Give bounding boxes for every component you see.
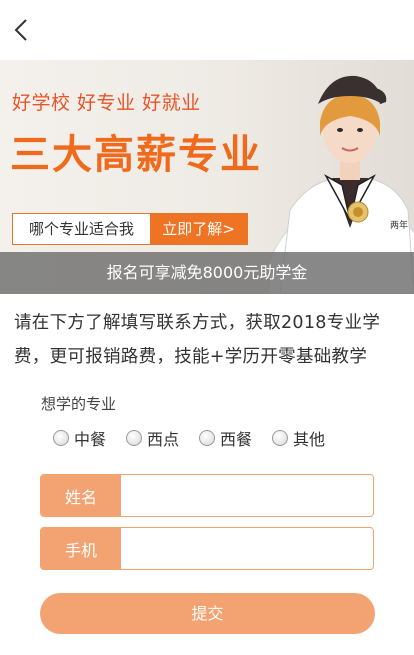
radio-button[interactable] <box>126 430 143 446</box>
major-section-label: 想学的专业 <box>41 395 117 413</box>
name-label: 姓名 <box>41 475 121 516</box>
major-radio-group: 中餐 西点 西餐 其他 <box>53 426 345 450</box>
radio-button[interactable] <box>272 430 289 446</box>
quiz-box[interactable]: 哪个专业适合我 立即了解> <box>12 213 248 245</box>
grant-strip: 报名可享减免8000元助学金 <box>0 252 414 294</box>
radio-option-xidian[interactable]: 西点 <box>126 426 179 450</box>
submit-button[interactable]: 提交 <box>40 593 375 634</box>
jacket-text: 两年 <box>390 219 408 230</box>
quiz-question: 哪个专业适合我 <box>13 214 150 244</box>
radio-label: 中餐 <box>74 430 107 449</box>
phone-field[interactable]: 手机 <box>40 527 374 570</box>
radio-button[interactable] <box>53 430 69 446</box>
promo-banner[interactable]: 好学校 好专业 好就业 三大高薪专业 两年 哪个专业适合我 立即了解> 报名可享… <box>0 60 414 294</box>
banner-slogan: 好学校 好专业 好就业 <box>12 92 201 114</box>
radio-label: 其他 <box>293 430 326 449</box>
banner-title: 三大高薪专业 <box>10 132 262 178</box>
radio-button[interactable] <box>199 430 216 446</box>
phone-input[interactable] <box>121 528 373 569</box>
radio-option-xican[interactable]: 西餐 <box>199 426 252 450</box>
phone-label: 手机 <box>41 528 121 569</box>
top-bar <box>0 0 414 60</box>
name-field[interactable]: 姓名 <box>40 474 374 517</box>
learn-more-button[interactable]: 立即了解> <box>150 214 247 244</box>
radio-label: 西点 <box>147 430 180 449</box>
intro-text: 请在下方了解填写联系方式，获取2018专业学费，更可报销路费，技能+学历开零基础… <box>14 313 381 367</box>
chevron-left-icon[interactable] <box>8 14 38 46</box>
radio-label: 西餐 <box>220 430 253 449</box>
name-input[interactable] <box>121 475 373 516</box>
radio-option-other[interactable]: 其他 <box>272 426 325 450</box>
radio-option-zhongcan[interactable]: 中餐 <box>53 426 106 450</box>
